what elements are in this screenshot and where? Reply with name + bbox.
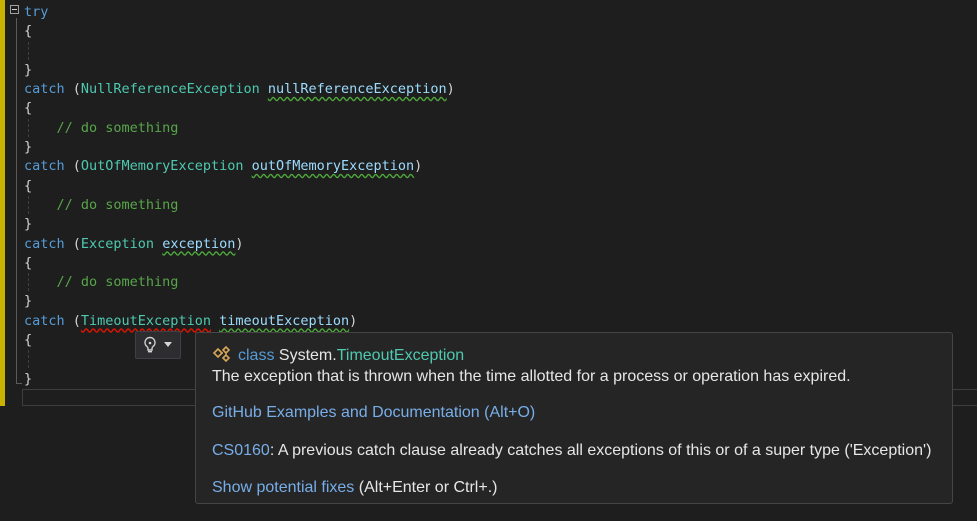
code-line[interactable]: try — [24, 3, 455, 22]
quick-actions-button[interactable] — [135, 331, 181, 359]
collapse-toggle-icon[interactable] — [10, 5, 19, 14]
variable-name[interactable]: timeoutException — [219, 313, 349, 329]
code-line[interactable]: } — [24, 138, 455, 157]
variable-name[interactable]: exception — [162, 236, 235, 252]
type-name[interactable]: OutOfMemoryException — [81, 158, 244, 174]
keyword-catch: catch — [24, 235, 65, 252]
code-line[interactable]: // do something — [24, 273, 455, 292]
type-name[interactable]: TimeoutException — [337, 347, 464, 364]
type-name[interactable]: Exception — [81, 236, 154, 252]
variable-name[interactable]: nullReferenceException — [268, 81, 447, 97]
comment: // do something — [56, 274, 179, 291]
code-line[interactable]: { — [24, 22, 455, 41]
code-line[interactable] — [24, 42, 455, 61]
code-line[interactable]: catch (TimeoutException timeoutException… — [24, 312, 455, 331]
keyword-catch: catch — [24, 158, 65, 175]
diagnostic-message: CS0160: A previous catch clause already … — [212, 442, 931, 460]
code-line[interactable]: // do something — [24, 196, 455, 215]
show-fixes-link[interactable]: Show potential fixes — [212, 479, 354, 496]
type-name-error[interactable]: TimeoutException — [81, 313, 211, 329]
variable-name[interactable]: outOfMemoryException — [252, 158, 415, 174]
code-line[interactable]: { — [24, 99, 455, 118]
comment: // do something — [56, 196, 179, 213]
code-line[interactable]: { — [24, 254, 455, 273]
code-line[interactable]: catch (NullReferenceException nullRefere… — [24, 80, 455, 99]
caret-down-icon[interactable] — [164, 342, 172, 348]
outline-guide-end — [16, 383, 22, 384]
code-line[interactable]: { — [24, 177, 455, 196]
type-name[interactable]: NullReferenceException — [81, 81, 260, 97]
class-icon — [212, 345, 234, 368]
keyword-catch: catch — [24, 312, 65, 329]
code-line[interactable]: catch (OutOfMemoryException outOfMemoryE… — [24, 157, 455, 176]
github-docs-link[interactable]: GitHub Examples and Documentation (Alt+O… — [212, 404, 535, 422]
code-line[interactable]: } — [24, 292, 455, 311]
namespace: System. — [278, 347, 337, 364]
outline-guide — [16, 18, 17, 384]
lightbulb-icon — [142, 336, 158, 354]
fix-shortcut: (Alt+Enter or Ctrl+.) — [354, 479, 498, 496]
code-line[interactable]: catch (Exception exception) — [24, 235, 455, 254]
fix-row: Show potential fixes (Alt+Enter or Ctrl+… — [212, 479, 497, 497]
quick-info-tooltip: class System.TimeoutException The except… — [195, 332, 953, 504]
keyword-catch: catch — [24, 81, 65, 98]
error-code-link[interactable]: CS0160 — [212, 442, 270, 459]
type-description: The exception that is thrown when the ti… — [212, 368, 851, 385]
code-line[interactable]: // do something — [24, 119, 455, 138]
symbol-signature: class System.TimeoutException — [212, 345, 464, 368]
code-line[interactable]: } — [24, 215, 455, 234]
class-keyword: class — [238, 347, 275, 364]
comment: // do something — [56, 119, 179, 136]
error-text: : A previous catch clause already catche… — [269, 442, 932, 459]
change-tracking-margin — [0, 0, 5, 406]
keyword-try: try — [24, 4, 49, 20]
code-line[interactable]: } — [24, 61, 455, 80]
